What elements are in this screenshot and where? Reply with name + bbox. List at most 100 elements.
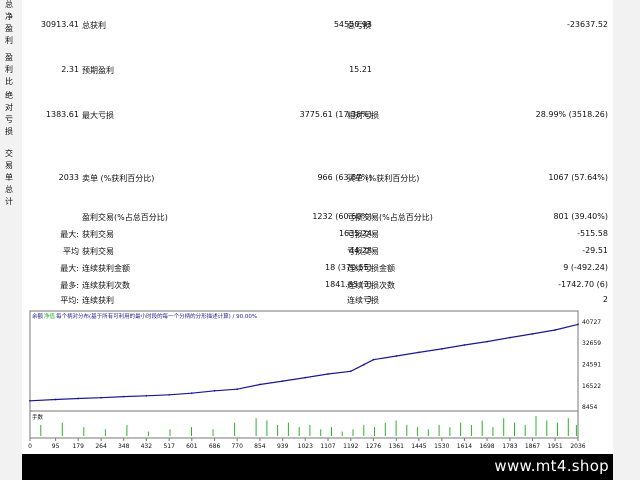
x-tick-label: 1023: [298, 443, 313, 450]
abs-drawdown-value: 1383.61: [45, 110, 79, 119]
balance-point: [372, 358, 375, 361]
balance-point: [440, 348, 443, 350]
x-axis-ticks: 0 95 179 264 348 432 517 601 686 770 854 939 1023 110…: [28, 438, 586, 450]
volume-bar: [363, 424, 365, 436]
volume-bar: [557, 422, 558, 436]
balance-point: [190, 392, 193, 395]
profit-factor-value: 2.31: [61, 65, 79, 74]
x-tick-label: 1951: [547, 443, 562, 450]
profit-factor-label: 盈利比: [5, 53, 13, 86]
balance-point: [145, 394, 148, 397]
x-tick-label: 1276: [366, 443, 381, 450]
x-tick-label: 1192: [343, 443, 358, 450]
x-tick-label: 1867: [525, 443, 540, 450]
maximal-consec-loss-value: -1742.70 (6): [558, 280, 608, 289]
maximal-label: 最多:: [60, 281, 79, 290]
volume-bar: [266, 420, 268, 436]
average2-label: 平均:: [60, 296, 79, 305]
x-tick-label: 95: [52, 443, 60, 450]
long-positions-value: 1067 (57.64%): [548, 173, 608, 182]
volume-bar: [438, 424, 440, 436]
expected-payoff-label: 预期盈利: [82, 66, 114, 75]
balance-point: [349, 370, 352, 373]
volume-bar: [212, 429, 214, 436]
volume-bar: [535, 416, 537, 436]
balance-point: [281, 380, 284, 382]
largest-profit-label: 获利交易: [82, 230, 114, 239]
average-label: 平均: [63, 247, 79, 256]
x-tick-label: 1614: [457, 443, 472, 450]
max-consec-wins-label: 连续获利金额: [82, 264, 130, 273]
volume-bar: [492, 427, 494, 436]
maximal-consec-loss-label: 连续亏损次数: [347, 281, 395, 290]
volume-bar: [287, 422, 289, 436]
volume-bar: [309, 424, 311, 436]
y-tick-label: 16522: [582, 383, 601, 390]
x-tick-label: 770: [231, 443, 243, 450]
average-loss-value: -29.51: [582, 246, 608, 255]
profit-trades-label: 盈利交易(%占总百分比): [82, 213, 168, 222]
volume-bar: [460, 422, 462, 436]
balance-point: [259, 383, 261, 386]
volume-bar: [298, 427, 300, 436]
x-tick-label: 939: [277, 443, 289, 450]
volume-bar: [514, 422, 515, 436]
volume-bar: [277, 424, 279, 436]
avg-consec-losses-label: 连续亏损: [347, 296, 379, 305]
volume-bar: [341, 431, 343, 436]
balance-point: [236, 388, 239, 391]
long-positions-label: 买单 (%获利百分比): [347, 174, 420, 183]
legend-balance: 余额: [32, 312, 44, 320]
x-tick-label: 348: [118, 443, 130, 450]
balance-point: [54, 398, 57, 401]
balance-point: [362, 363, 365, 366]
net-profit-value: 30913.41: [40, 20, 79, 29]
largest-loss-label: 亏损交易: [347, 230, 379, 239]
volume-label: 手数: [32, 413, 44, 421]
largest-loss-value: -515.58: [577, 229, 608, 238]
balance-point: [509, 336, 511, 339]
total-trades-value: 2033: [58, 173, 79, 182]
volume-bar: [567, 418, 569, 436]
balance-point: [100, 396, 102, 399]
balance-chart: 余额 净值 每个柄对分布(基于所有可利用的最小时段的每一个分柄的分形描述计算) …: [28, 310, 601, 450]
volume-bar: [406, 424, 408, 436]
expected-payoff-value: 15.21: [349, 65, 372, 74]
x-tick-label: 517: [163, 443, 175, 450]
y-axis-ticks: 40727 32659 24591 16522 8454: [582, 319, 601, 411]
legend-equity: 净值: [44, 312, 56, 320]
volume-bar: [470, 424, 472, 436]
volume-bar: [83, 427, 85, 436]
loss-trades-label: 亏损交易(%占总百分比): [347, 213, 433, 222]
gross-loss-value: -23637.52: [566, 20, 608, 29]
maximum-label: 最大:: [60, 264, 79, 273]
x-tick-label: 1361: [389, 443, 404, 450]
x-tick-label: 1445: [411, 443, 426, 450]
watermark: www.mt4.shop: [494, 457, 609, 475]
legend-text: 每个柄对分布(基于所有可利用的最小时段的每一个分柄的分形描述计算) / 90.0…: [56, 312, 257, 320]
chart-frame: [29, 310, 579, 439]
maximal-consec-profit-label: 连续获利次数: [82, 281, 130, 290]
x-tick-label: 1107: [320, 443, 335, 450]
volume-bar: [352, 429, 354, 436]
balance-point: [29, 399, 31, 402]
volume-bar: [575, 424, 577, 436]
y-tick-label: 32659: [582, 340, 601, 347]
volume-bar: [61, 422, 63, 436]
volume-bar: [169, 429, 171, 436]
balance-point: [304, 376, 307, 379]
average-profit-label: 获利交易: [82, 247, 114, 256]
right-margin: [613, 0, 640, 480]
rel-drawdown-label: 相对亏损: [347, 111, 379, 120]
balance-point: [327, 373, 329, 375]
y-tick-label: 8454: [582, 404, 597, 411]
balance-point: [77, 397, 80, 400]
avg-consec-wins-label: 连续获利: [82, 296, 114, 305]
largest-label: 最大:: [60, 230, 79, 239]
x-tick-label: 179: [72, 443, 84, 450]
short-positions-label: 卖单 (%获利百分比): [82, 174, 155, 183]
volume-bar: [427, 429, 429, 436]
volume-bar: [104, 429, 106, 436]
x-tick-label: 686: [209, 443, 221, 450]
y-tick-label: 40727: [582, 319, 601, 326]
